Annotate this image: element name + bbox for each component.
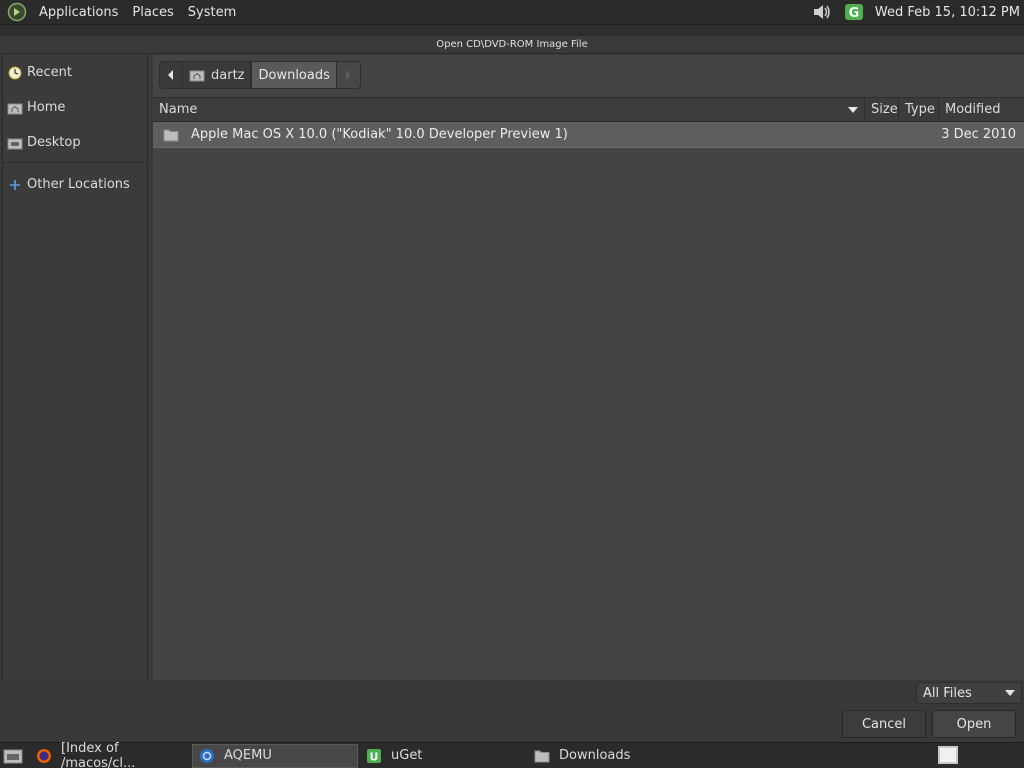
sidebar-item-label: Other Locations — [27, 177, 130, 192]
places-sidebar: Recent Home Desktop Other Locations — [2, 55, 148, 680]
menu-system[interactable]: System — [181, 0, 243, 25]
file-name: Apple Mac OS X 10.0 ("Kodiak" 10.0 Devel… — [191, 127, 568, 142]
file-filter-label: All Files — [923, 685, 972, 701]
home-folder-icon — [189, 70, 205, 82]
plus-icon — [7, 177, 23, 193]
main-pane: dartz Downloads Name Size Type Modified — [153, 55, 1024, 680]
top-panel: Applications Places System G Wed Feb 15,… — [0, 0, 1024, 25]
task-label: uGet — [391, 748, 423, 763]
task-aqemu[interactable]: AQEMU — [192, 743, 358, 768]
volume-icon[interactable] — [811, 2, 833, 22]
sidebar-item-label: Recent — [27, 65, 72, 80]
column-size[interactable]: Size — [865, 97, 899, 122]
file-chooser-dialog: Open CD\DVD-ROM Image File Recent Home D… — [0, 25, 1024, 742]
sidebar-item-home[interactable]: Home — [3, 90, 147, 125]
workspace-switcher-icon[interactable] — [938, 746, 958, 764]
desktop-folder-icon — [7, 135, 23, 151]
file-filter-combo[interactable]: All Files — [916, 682, 1022, 704]
task-downloads[interactable]: Downloads — [528, 744, 694, 768]
folder-icon — [534, 748, 550, 764]
task-label: Downloads — [559, 748, 631, 763]
task-label: AQEMU — [224, 748, 272, 763]
clock-icon — [7, 65, 23, 81]
sidebar-item-label: Home — [27, 100, 66, 115]
column-header: Name Size Type Modified — [153, 97, 1024, 122]
path-forward-button[interactable] — [336, 61, 361, 89]
column-modified[interactable]: Modified — [939, 98, 1024, 122]
firefox-icon — [36, 748, 52, 764]
clock[interactable]: Wed Feb 15, 10:12 PM — [875, 5, 1020, 20]
file-list: Name Size Type Modified Apple Mac OS X 1… — [153, 97, 1024, 680]
window-frame — [0, 25, 1024, 36]
task-label: [Index of /macos/cl... — [61, 740, 136, 768]
menu-applications[interactable]: Applications — [32, 0, 125, 25]
dialog-title[interactable]: Open CD\DVD-ROM Image File — [0, 36, 1024, 54]
sidebar-separator — [3, 162, 147, 163]
mate-logo-icon[interactable] — [7, 2, 27, 22]
chevron-left-icon — [168, 70, 173, 80]
task-uget[interactable]: U uGet — [360, 744, 526, 768]
bottom-taskbar: [Index of /macos/cl... AQEMU U uGet Down… — [0, 740, 1024, 768]
path-back-button[interactable] — [159, 61, 183, 89]
sidebar-item-label: Desktop — [27, 135, 81, 150]
cancel-button[interactable]: Cancel — [842, 710, 926, 738]
svg-text:U: U — [370, 750, 379, 763]
chevron-right-icon — [346, 70, 352, 80]
path-segment-label: Downloads — [258, 67, 330, 83]
column-name-label: Name — [159, 102, 198, 117]
sort-down-icon — [848, 106, 858, 113]
column-type[interactable]: Type — [899, 97, 939, 122]
column-name[interactable]: Name — [153, 97, 865, 122]
aqemu-icon — [199, 748, 215, 764]
path-bar: dartz Downloads — [159, 60, 361, 90]
svg-text:G: G — [849, 6, 860, 21]
sidebar-item-other-locations[interactable]: Other Locations — [3, 167, 147, 202]
uget-tray-icon[interactable]: G — [843, 2, 865, 22]
path-segment-downloads[interactable]: Downloads — [251, 61, 337, 89]
uget-icon: U — [366, 748, 382, 764]
dialog-action-area: All Files Cancel Open — [0, 680, 1024, 742]
chevron-down-icon — [1005, 690, 1015, 696]
sidebar-item-recent[interactable]: Recent — [3, 55, 147, 90]
home-folder-icon — [7, 100, 23, 116]
path-segment-label: dartz — [211, 67, 245, 83]
menu-places[interactable]: Places — [125, 0, 180, 25]
folder-icon — [163, 129, 179, 141]
file-modified: 3 Dec 2010 — [941, 127, 1016, 142]
open-button[interactable]: Open — [932, 710, 1016, 738]
task-firefox[interactable]: [Index of /macos/cl... — [30, 740, 190, 768]
file-row[interactable]: Apple Mac OS X 10.0 ("Kodiak" 10.0 Devel… — [153, 122, 1024, 148]
sidebar-item-desktop[interactable]: Desktop — [3, 125, 147, 160]
path-segment-dartz[interactable]: dartz — [183, 61, 252, 89]
show-desktop-icon[interactable] — [2, 746, 24, 766]
